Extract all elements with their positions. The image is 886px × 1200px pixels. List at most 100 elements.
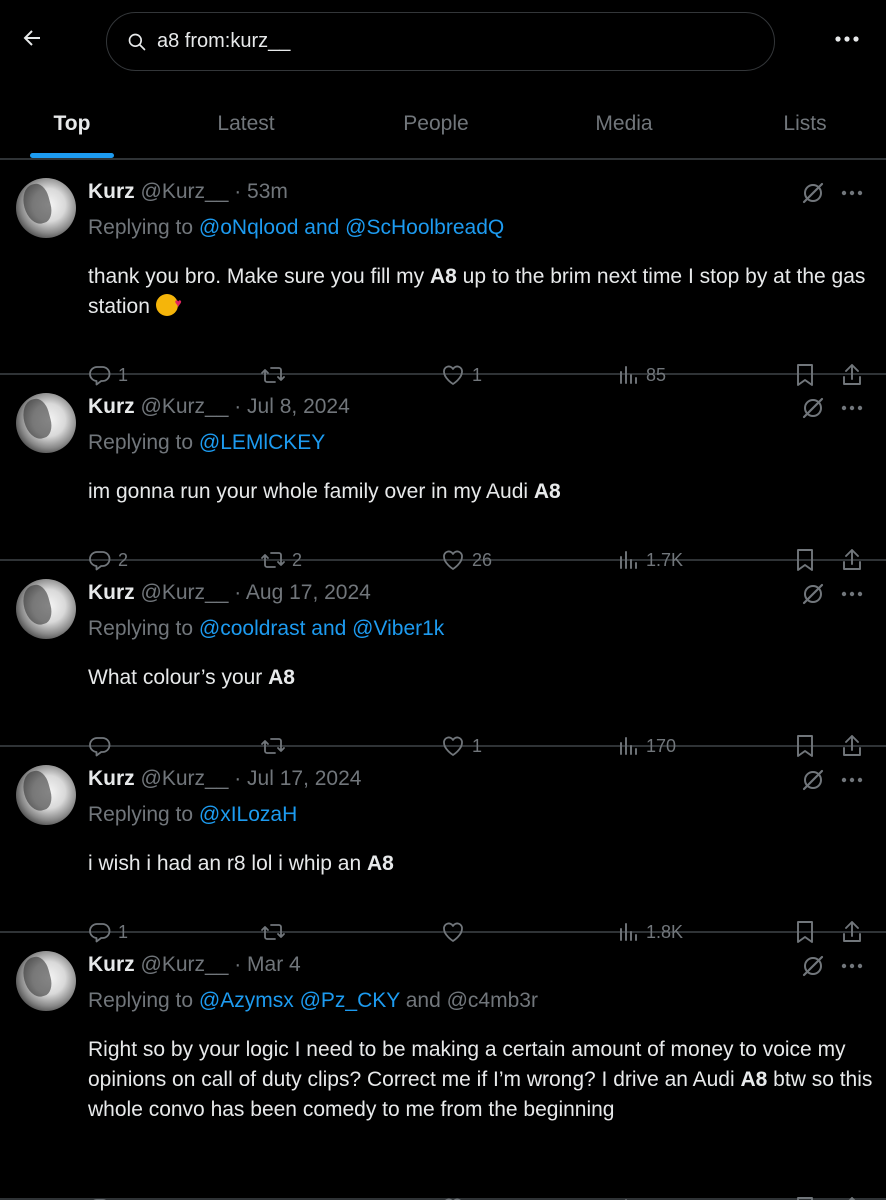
text-part: im gonna run your whole family over in m… [88,480,534,503]
display-name[interactable]: Kurz [88,581,135,604]
mention-link[interactable]: @Azymsx [199,989,294,1012]
views-icon [618,1196,640,1200]
tweet-header: Kurz @Kurz__ · Jul 17, 2024 [88,767,361,791]
separator: · [228,180,248,203]
mention-link[interactable]: @Viber1k [352,617,444,640]
like-icon [440,1196,466,1200]
tab-top[interactable]: Top [0,90,144,158]
user-handle[interactable]: @Kurz__ [141,180,229,203]
share-button[interactable] [840,1193,864,1200]
mention-link[interactable]: @Pz_CKY [300,989,400,1012]
tweet-text: im gonna run your whole family over in m… [88,477,878,507]
replying-to: Replying to @xILozaH [88,803,297,827]
views-button[interactable]: 77 [618,1193,666,1200]
tweet-text: thank you bro. Make sure you fill my A8 … [88,262,878,322]
grok-icon[interactable] [800,953,826,979]
more-icon[interactable] [840,181,864,205]
mention-link[interactable]: @cooldrast [199,617,306,640]
kissing-heart-emoji-icon [155,288,182,318]
replying-prefix: Replying to [88,617,199,640]
tweet-top-actions [800,180,864,206]
tweet-text: Right so by your logic I need to be maki… [88,1035,878,1125]
tweet-top-actions [800,767,864,793]
mention-link[interactable]: @xILozaH [199,803,297,826]
tab-label: Top [53,112,91,135]
separator: · [228,767,248,790]
more-icon[interactable] [840,396,864,420]
grok-icon[interactable] [800,767,826,793]
display-name[interactable]: Kurz [88,767,135,790]
search-query[interactable]: a8 from:kurz__ [157,30,290,53]
mention-link[interactable]: @ScHoolbreadQ [345,216,504,239]
tab-label: Media [595,112,653,135]
tweet[interactable]: Kurz @Kurz__ · Jul 17, 2024 Replying to @… [0,747,886,943]
search-input[interactable]: a8 from:kurz__ [106,12,775,71]
timestamp[interactable]: Jul 8, 2024 [247,395,350,418]
more-icon[interactable] [829,24,865,54]
reply-trailing: and @c4mb3r [399,989,538,1012]
user-handle[interactable]: @Kurz__ [141,395,229,418]
separator: · [228,581,246,604]
tweet-header: Kurz @Kurz__ · Aug 17, 2024 [88,581,371,605]
text-part: i wish i had an r8 lol i whip an [88,852,367,875]
avatar[interactable] [16,178,76,238]
tweet-actions: 1 77 [88,1193,878,1200]
user-handle[interactable]: @Kurz__ [141,767,229,790]
text-part: thank you bro. Make sure you fill my [88,265,430,288]
replying-to: Replying to @Azymsx @Pz_CKY and @c4mb3r [88,989,538,1013]
avatar[interactable] [16,579,76,639]
bookmark-button[interactable] [794,1193,816,1200]
separator: · [228,395,248,418]
tweet[interactable]: Kurz @Kurz__ · Mar 4 Replying to @Azymsx … [0,933,886,1200]
more-icon[interactable] [840,582,864,606]
tweet-text: i wish i had an r8 lol i whip an A8 [88,849,878,879]
highlight-term: A8 [268,666,295,689]
tab-media[interactable]: Media [524,90,724,158]
replying-to: Replying to @LEMlCKEY [88,431,325,455]
back-arrow-icon[interactable] [14,20,50,56]
highlight-term: A8 [429,265,457,288]
grok-icon[interactable] [800,581,826,607]
grok-icon[interactable] [800,395,826,421]
tab-latest[interactable]: Latest [144,90,348,158]
like-button[interactable] [440,1193,466,1200]
tab-people[interactable]: People [348,90,524,158]
timestamp[interactable]: 53m [247,180,288,203]
timestamp[interactable]: Mar 4 [247,953,301,976]
more-icon[interactable] [840,768,864,792]
display-name[interactable]: Kurz [88,395,135,418]
bookmark-icon [794,1195,816,1200]
repost-button[interactable] [260,1193,286,1200]
avatar[interactable] [16,951,76,1011]
tweet[interactable]: Kurz @Kurz__ · Aug 17, 2024 Replying to @… [0,561,886,757]
timestamp[interactable]: Aug 17, 2024 [246,581,371,604]
search-tabs: Top Latest People Media Lists [0,90,886,158]
avatar[interactable] [16,765,76,825]
tweet[interactable]: Kurz @Kurz__ · 53m Replying to @oNqlood a… [0,160,886,386]
share-icon [840,1195,864,1200]
replying-prefix: Replying to [88,803,199,826]
display-name[interactable]: Kurz [88,180,135,203]
search-icon [127,31,149,53]
mention-link[interactable]: @LEMlCKEY [199,431,325,454]
user-handle[interactable]: @Kurz__ [141,953,229,976]
tab-label: Lists [783,112,827,135]
tab-lists[interactable]: Lists [724,90,886,158]
replying-prefix: Replying to [88,989,199,1012]
avatar[interactable] [16,393,76,453]
reply-button[interactable]: 1 [88,1193,128,1200]
tweet[interactable]: Kurz @Kurz__ · Jul 8, 2024 Replying to @L… [0,375,886,571]
timestamp[interactable]: Jul 17, 2024 [247,767,361,790]
repost-icon [260,1196,286,1200]
tweet-text: What colour’s your A8 [88,663,878,693]
replying-to: Replying to @oNqlood and @ScHoolbreadQ [88,216,504,240]
highlight-term: A8 [366,852,394,875]
replying-prefix: Replying to [88,216,199,239]
more-icon[interactable] [840,954,864,978]
reply-icon [88,1196,112,1200]
text-part: What colour’s your [88,666,269,689]
user-handle[interactable]: @Kurz__ [141,581,229,604]
display-name[interactable]: Kurz [88,953,135,976]
mention-link[interactable]: @oNqlood [199,216,299,239]
grok-icon[interactable] [800,180,826,206]
